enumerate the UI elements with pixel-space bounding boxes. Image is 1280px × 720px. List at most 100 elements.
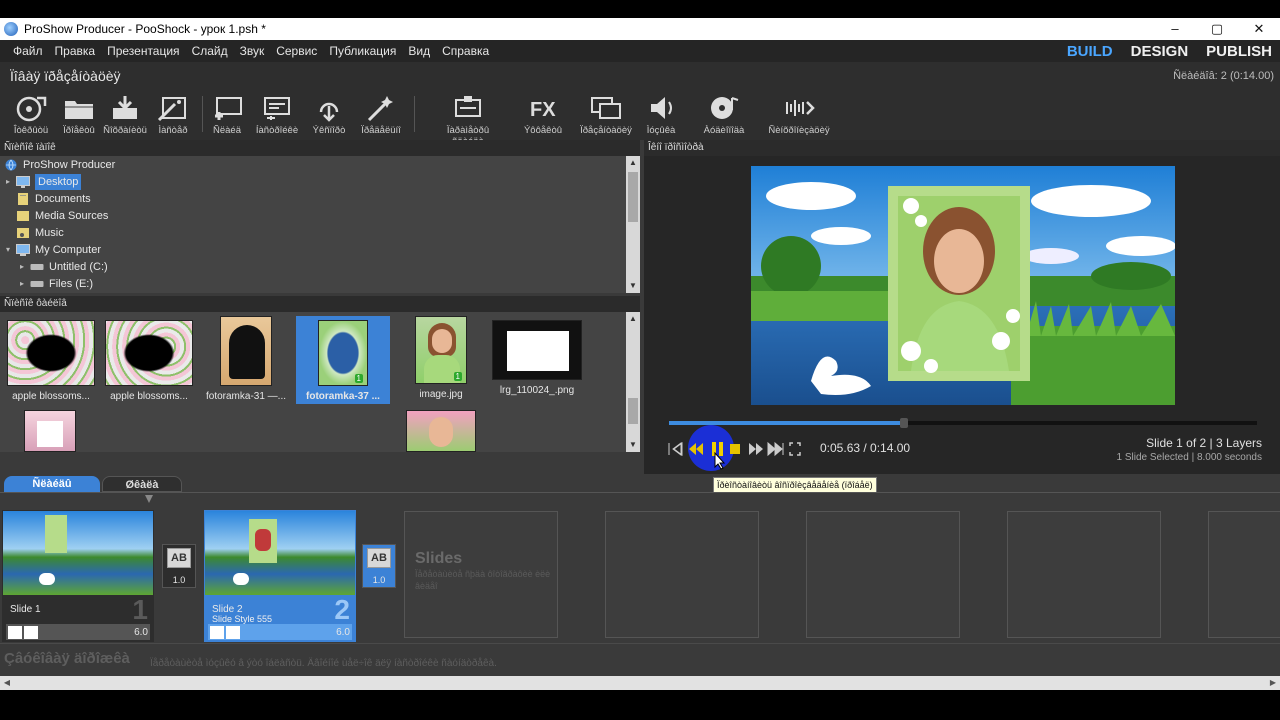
mode-design-tab[interactable]: DESIGN: [1131, 43, 1189, 60]
empty-slide-slot[interactable]: Slides Ïåðåòàùèòå ñþäà ôîòîãðàôèè èëè âè…: [404, 511, 558, 638]
stop-icon[interactable]: [730, 444, 740, 454]
file-name: fotoramka-31 —...: [205, 391, 287, 402]
preview-image: [751, 166, 1175, 405]
audio-disc-button[interactable]: Àóäèîïîäà: [694, 94, 754, 136]
menu-file[interactable]: Файл: [0, 44, 49, 58]
open-button[interactable]: Îòêðûòü: [6, 94, 56, 136]
export-button[interactable]: Ýêñïîðò: [304, 94, 354, 136]
file-image-blue-frame: 1: [318, 320, 368, 386]
expand-arrow-icon[interactable]: ▸: [20, 276, 30, 292]
tree-item-label: Music: [35, 227, 64, 239]
menu-publish[interactable]: Публикация: [323, 44, 402, 58]
tree-item-drive-e[interactable]: ▸ Files (E:): [20, 276, 93, 292]
fx-button[interactable]: FX Ýôôåêòû: [518, 94, 568, 136]
skip-start-icon[interactable]: [668, 442, 683, 456]
play-slide-icon[interactable]: [8, 626, 22, 639]
menu-tools[interactable]: Сервис: [270, 44, 323, 58]
file-thumbnail[interactable]: apple blossoms...: [102, 320, 196, 402]
slide-duration[interactable]: 6.0: [134, 627, 148, 638]
tree-item-drive-c[interactable]: ▸ Untitled (C:): [20, 259, 108, 275]
fast-forward-icon[interactable]: [749, 443, 763, 455]
menu-audio[interactable]: Звук: [234, 44, 271, 58]
menu-view[interactable]: Вид: [402, 44, 436, 58]
mode-publish-tab[interactable]: PUBLISH: [1206, 43, 1272, 60]
scroll-down-icon[interactable]: ▼: [626, 279, 640, 293]
music-button[interactable]: Ìóçûêà: [636, 94, 686, 136]
empty-slide-slot[interactable]: [1007, 511, 1161, 638]
tree-item-documents[interactable]: Documents: [16, 191, 91, 207]
slide-number: 1: [132, 594, 148, 625]
music-folder-icon: [17, 228, 29, 238]
transition-card[interactable]: AB 1.0: [162, 544, 196, 588]
empty-slide-slot[interactable]: [1208, 511, 1280, 638]
close-button[interactable]: ✕: [1238, 18, 1280, 40]
tree-item-my-computer[interactable]: ▾ My Computer: [6, 242, 101, 258]
scroll-up-icon[interactable]: ▲: [626, 312, 640, 326]
layers-icon[interactable]: [24, 626, 38, 639]
tree-item-media-sources[interactable]: Media Sources: [16, 208, 108, 224]
tree-item-proshow[interactable]: ProShow Producer: [4, 157, 115, 173]
layers-icon[interactable]: [226, 626, 240, 639]
files-scrollbar[interactable]: ▲ ▼: [626, 312, 640, 452]
project-header: Ïîâàÿ ïðåçåíòàöèÿ Ñëàéäîâ: 2 (0:14.00): [0, 62, 1280, 90]
preview-scene: [751, 166, 1175, 405]
expand-arrow-icon[interactable]: ▸: [20, 259, 30, 275]
skip-end-icon[interactable]: [767, 441, 784, 457]
sync-button[interactable]: Ñèíõðîíèçàöèÿ: [764, 94, 834, 136]
progress-knob[interactable]: [900, 418, 909, 428]
fullscreen-icon[interactable]: [789, 442, 801, 456]
save-button[interactable]: Ñîõðàíèòü: [100, 94, 150, 136]
scroll-left-icon[interactable]: ◀: [0, 676, 14, 690]
slide-info-main: Slide 1 of 2 | 3 Layers: [1146, 436, 1262, 450]
file-thumbnail[interactable]: apple blossoms...: [4, 320, 98, 402]
scroll-right-icon[interactable]: ▶: [1266, 676, 1280, 690]
tree-item-music[interactable]: Music: [16, 225, 64, 241]
slide-card-selected[interactable]: 2 Slide 2 Slide Style 555 6.0: [204, 510, 356, 642]
soundtrack-label[interactable]: Çâóêîâàÿ äîðîæêà: [4, 650, 130, 667]
rewind-icon[interactable]: [689, 443, 703, 455]
new-slide-button[interactable]: Ñëàéä: [202, 94, 252, 136]
scroll-down-icon[interactable]: ▼: [626, 438, 640, 452]
projects-button[interactable]: Ïðîåêòû: [54, 94, 104, 136]
folders-scrollbar[interactable]: ▲ ▼: [626, 156, 640, 293]
file-thumbnail-partial[interactable]: [406, 410, 476, 452]
playback-progress-bar[interactable]: [669, 418, 1257, 428]
presentation-button[interactable]: Ïðåçåíòàöèÿ: [578, 94, 634, 136]
slide-card[interactable]: 1 Slide 1 6.0: [2, 510, 154, 642]
tree-item-desktop[interactable]: ▸ Desktop: [6, 174, 82, 190]
scrollbar-thumb[interactable]: [628, 398, 638, 424]
play-slide-icon[interactable]: [210, 626, 224, 639]
effects-wizard-icon: [367, 96, 393, 122]
transition-card-selected[interactable]: AB 1.0: [362, 544, 396, 588]
maximize-button[interactable]: ▢: [1196, 18, 1238, 40]
file-thumbnail-selected[interactable]: 1 fotoramka-37 ...: [296, 316, 390, 404]
menu-help[interactable]: Справка: [436, 44, 495, 58]
menu-slide[interactable]: Слайд: [186, 44, 234, 58]
file-thumbnail[interactable]: 1 image.jpg: [394, 316, 488, 400]
tab-timeline[interactable]: Øêàëà: [102, 476, 182, 492]
expand-arrow-icon[interactable]: ▸: [6, 174, 16, 190]
empty-slide-slot[interactable]: [806, 511, 960, 638]
menu-edit[interactable]: Правка: [49, 44, 102, 58]
transition-duration[interactable]: 1.0: [363, 575, 395, 585]
toolbar-separator: [414, 96, 415, 132]
transition-duration[interactable]: 1.0: [163, 575, 195, 585]
scroll-up-icon[interactable]: ▲: [626, 156, 640, 170]
file-thumbnail[interactable]: fotoramka-31 —...: [199, 316, 293, 402]
slide-options-button[interactable]: Íàñòðîéêè: [252, 94, 302, 136]
empty-slide-slot[interactable]: [605, 511, 759, 638]
tab-slides[interactable]: Ñëàéäû: [4, 476, 100, 492]
wizard-button[interactable]: Ìàñòåð: [148, 94, 198, 136]
slide-options-icon: [264, 97, 290, 120]
scrollbar-thumb[interactable]: [628, 172, 638, 222]
mouse-cursor-icon: [714, 452, 726, 470]
file-thumbnail-partial[interactable]: [24, 410, 76, 452]
slide-duration[interactable]: 6.0: [336, 627, 350, 638]
file-thumbnail[interactable]: lrg_110024_.png: [490, 320, 584, 396]
effects-wizard-button[interactable]: Ïðåäåëüíî: [356, 94, 406, 136]
timeline-scrollbar[interactable]: ◀ ▶: [0, 676, 1280, 690]
mode-build-tab[interactable]: BUILD: [1067, 43, 1113, 60]
collapse-arrow-icon[interactable]: ▾: [6, 242, 16, 258]
minimize-button[interactable]: –: [1154, 18, 1196, 40]
menu-presentation[interactable]: Презентация: [101, 44, 186, 58]
